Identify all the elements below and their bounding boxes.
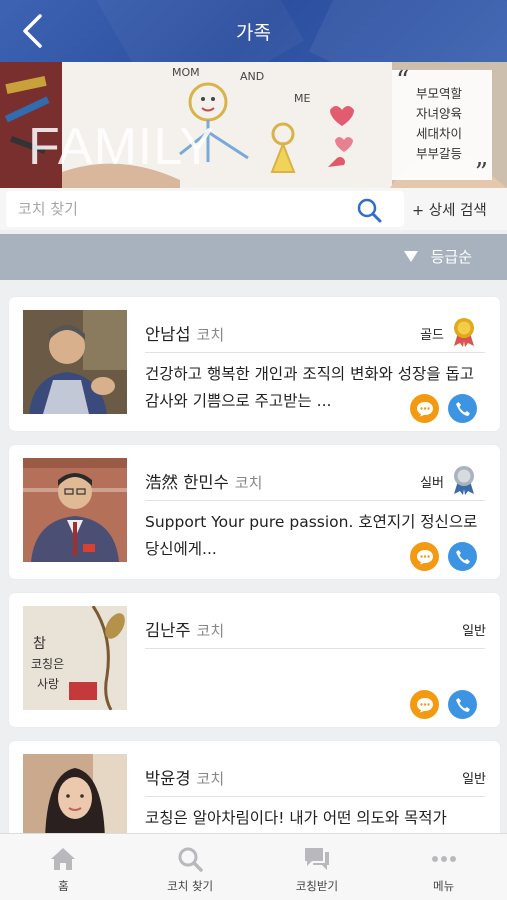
divider xyxy=(145,500,485,501)
coach-name: 박윤경 xyxy=(145,769,191,788)
chat-icon xyxy=(303,846,331,872)
chat-bubble-icon xyxy=(416,401,433,416)
search-icon xyxy=(176,846,204,872)
search-box xyxy=(6,191,404,227)
grade-label: 일반 xyxy=(462,624,486,639)
coach-name: 浩然 한민수 xyxy=(145,473,229,492)
search-icon xyxy=(357,198,382,223)
grade-label: 골드 xyxy=(420,328,444,343)
search-button[interactable] xyxy=(356,197,382,223)
call-button[interactable] xyxy=(448,394,477,423)
sort-bar: 등급순 xyxy=(0,234,507,280)
banner-tag: 세대차이 xyxy=(416,126,463,141)
phone-icon xyxy=(455,549,470,564)
tab-coach-search[interactable]: 코치 찾기 xyxy=(127,834,254,900)
tab-label: 코치 찾기 xyxy=(167,879,214,893)
svg-text:MOM: MOM xyxy=(172,66,200,79)
coach-name-line: 김난주 코치 xyxy=(145,617,224,641)
tab-label: 메뉴 xyxy=(433,879,455,893)
coach-role: 코치 xyxy=(234,474,263,492)
svg-text:사랑: 사랑 xyxy=(37,677,59,691)
sort-label: 등급순 xyxy=(430,248,472,266)
tab-menu[interactable]: 메뉴 xyxy=(380,834,507,900)
banner-title: FAMILY xyxy=(28,118,216,176)
category-banner: MOM AND ME FAMILY “ 부모역할 자녀양육 세대차이 부부갈등 … xyxy=(0,62,507,188)
avatar xyxy=(23,458,127,562)
open-quote-icon: “ xyxy=(396,66,410,96)
home-icon xyxy=(49,846,77,872)
coach-role: 코치 xyxy=(196,770,225,788)
phone-icon xyxy=(455,697,470,712)
coach-role: 코치 xyxy=(196,622,225,640)
tab-label: 코칭받기 xyxy=(295,879,339,893)
gold-medal-icon xyxy=(454,318,474,347)
chat-button[interactable] xyxy=(410,394,439,423)
grade-label: 일반 xyxy=(462,772,486,787)
more-icon xyxy=(430,846,458,872)
avatar: 참코칭은사랑 xyxy=(23,606,127,710)
coach-card[interactable]: 浩然 한민수 코치 실버 Support Your pure passion. 호… xyxy=(9,445,500,579)
banner-tag: 부모역할 xyxy=(416,86,463,101)
coach-name-line: 안남섭 코치 xyxy=(145,321,224,345)
coach-name-line: 浩然 한민수 코치 xyxy=(145,469,262,493)
sort-dropdown[interactable]: 등급순 xyxy=(403,246,472,267)
coach-intro: 코칭은 알아차림이다! 내가 어떤 의도와 목적가 xyxy=(145,809,447,827)
coach-card[interactable]: 안남섭 코치 골드 건강하고 행복한 개인과 조직의 변화와 성장을 돕고 감사와… xyxy=(9,297,500,431)
tab-get-coaching[interactable]: 코칭받기 xyxy=(254,834,381,900)
chat-bubble-icon xyxy=(416,549,433,564)
svg-text:참: 참 xyxy=(33,636,46,652)
divider xyxy=(145,648,485,649)
chat-button[interactable] xyxy=(410,690,439,719)
coach-name: 안남섭 xyxy=(145,325,191,344)
search-input[interactable] xyxy=(6,191,346,227)
phone-icon xyxy=(455,401,470,416)
chat-bubble-icon xyxy=(416,697,433,712)
avatar xyxy=(23,310,127,414)
banner-tag: 자녀양육 xyxy=(416,106,463,121)
tab-label: 홈 xyxy=(58,879,69,893)
bottom-tab-bar: 홈 코치 찾기 코칭받기 메뉴 xyxy=(0,833,507,900)
coach-name-line: 박윤경 코치 xyxy=(145,765,224,789)
chevron-left-icon xyxy=(23,14,42,48)
svg-text:코칭은: 코칭은 xyxy=(31,657,64,671)
search-bar: + 상세 검색 xyxy=(0,188,507,230)
call-button[interactable] xyxy=(448,690,477,719)
svg-text:ME: ME xyxy=(294,92,310,105)
divider xyxy=(145,352,485,353)
coach-role: 코치 xyxy=(196,326,225,344)
coach-name: 김난주 xyxy=(145,621,191,640)
tab-home[interactable]: 홈 xyxy=(0,834,127,900)
grade-label: 실버 xyxy=(420,476,444,491)
divider xyxy=(145,796,485,797)
silver-medal-icon xyxy=(454,466,474,495)
back-button[interactable] xyxy=(12,13,52,49)
close-quote-icon: ” xyxy=(474,158,488,188)
app-header: 가족 xyxy=(0,0,507,62)
banner-tag-box: “ 부모역할 자녀양육 세대차이 부부갈등 ” xyxy=(392,66,492,186)
chat-button[interactable] xyxy=(410,542,439,571)
coach-card[interactable]: 참코칭은사랑 김난주 코치 일반 xyxy=(9,593,500,727)
page-title: 가족 xyxy=(236,21,271,44)
detail-search-button[interactable]: + 상세 검색 xyxy=(412,199,487,220)
svg-text:AND: AND xyxy=(240,70,264,83)
call-button[interactable] xyxy=(448,542,477,571)
triangle-down-icon xyxy=(403,251,418,262)
